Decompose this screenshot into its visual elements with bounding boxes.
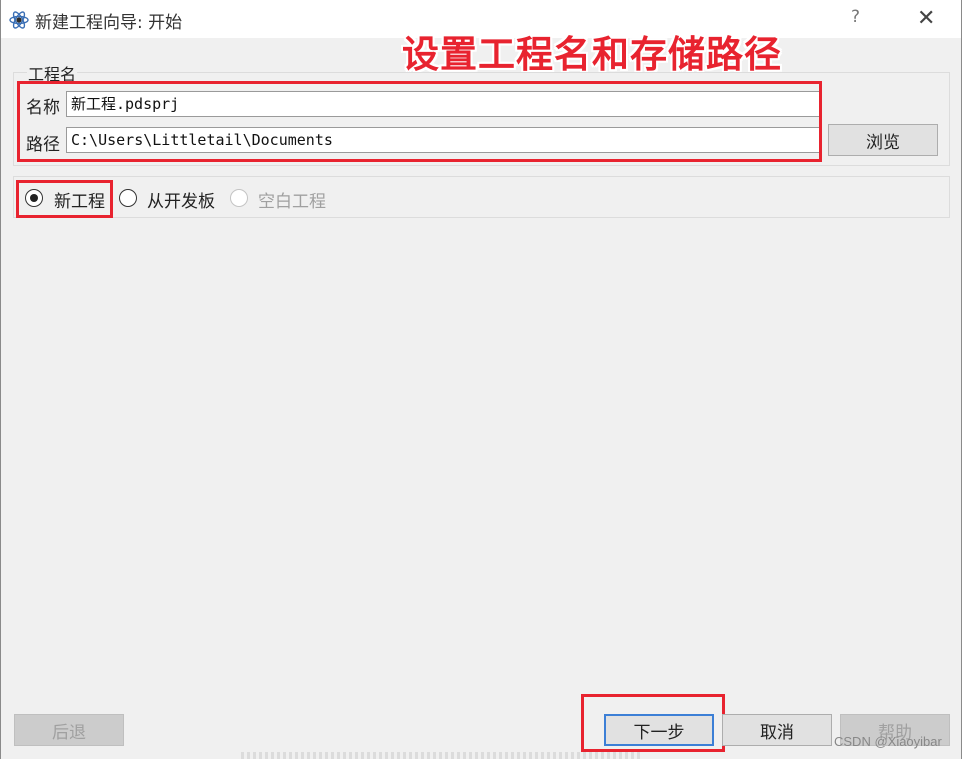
bottom-edge-strip [241,752,641,759]
annotation-label: 设置工程名和存储路径 [402,33,782,76]
annotation-box-project-fields [17,81,822,162]
next-button[interactable]: 下一步 [604,714,714,746]
window-title: 新建工程向导: 开始 [35,13,183,33]
radio-from-board[interactable] [119,189,137,207]
radio-blank-project-label: 空白工程 [258,192,326,212]
csdn-watermark: CSDN @Xiaoyibar [834,734,942,749]
proteus-app-icon [9,11,29,29]
radio-blank-project [230,189,248,207]
close-icon[interactable]: ✕ [917,6,935,31]
browse-button[interactable]: 浏览 [828,124,938,156]
cancel-button[interactable]: 取消 [722,714,832,746]
wizard-window: 新建工程向导: 开始 ? ✕ 设置工程名和存储路径 工程名 名称 新工程.pds… [0,0,962,759]
help-icon[interactable]: ? [851,7,860,27]
annotation-box-new-project [16,180,113,218]
back-button[interactable]: 后退 [14,714,124,746]
radio-from-board-label[interactable]: 从开发板 [147,187,215,212]
